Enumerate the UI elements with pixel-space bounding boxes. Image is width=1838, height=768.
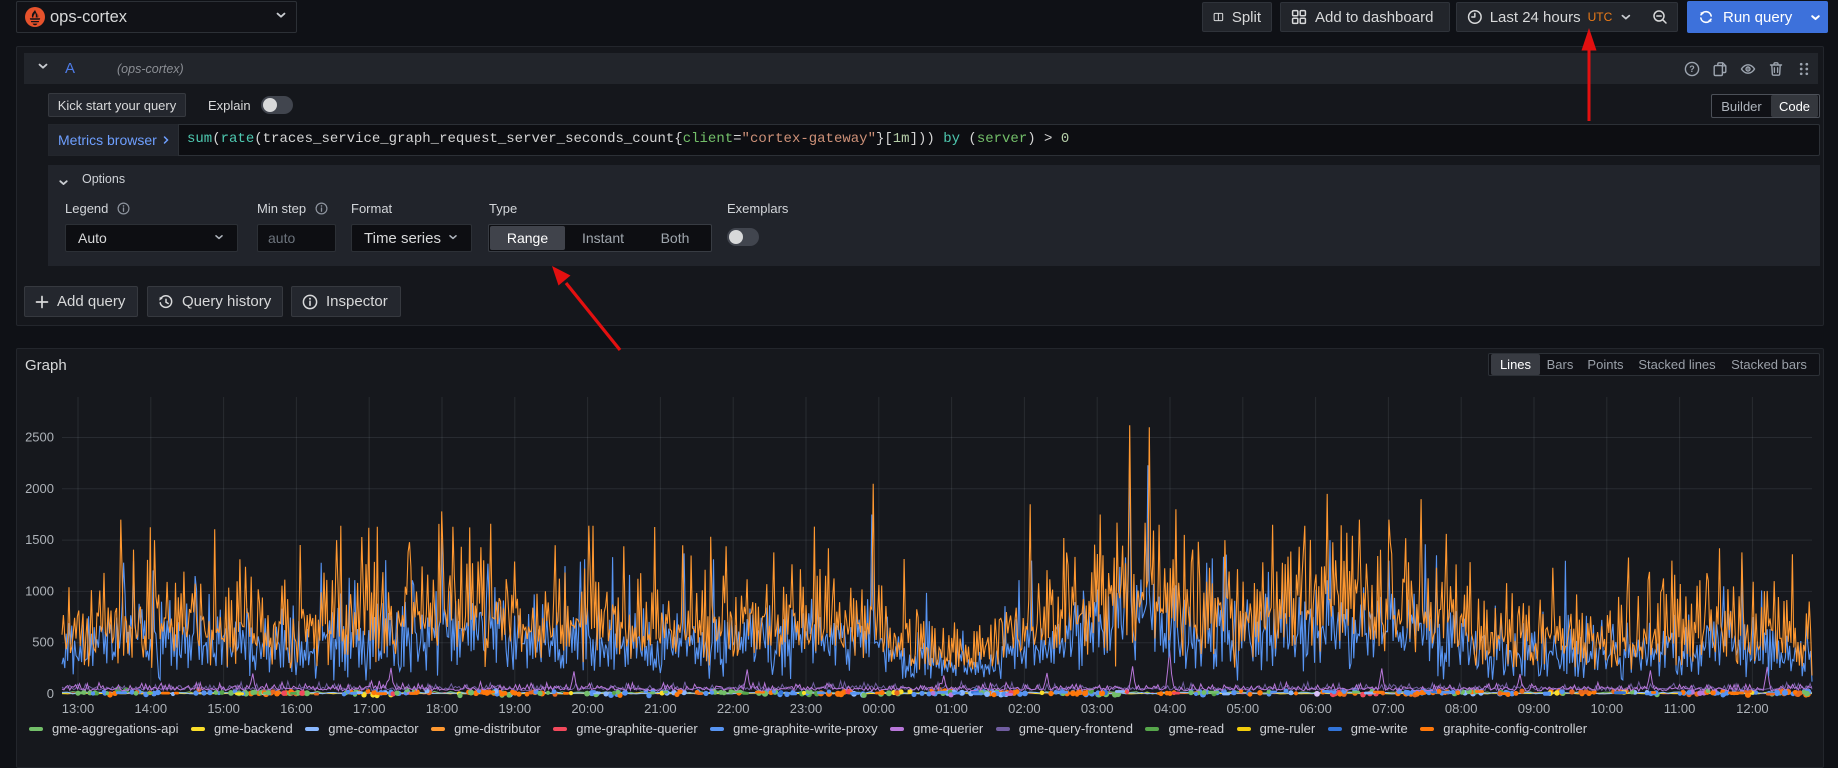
svg-text:?: ? xyxy=(1689,64,1695,74)
